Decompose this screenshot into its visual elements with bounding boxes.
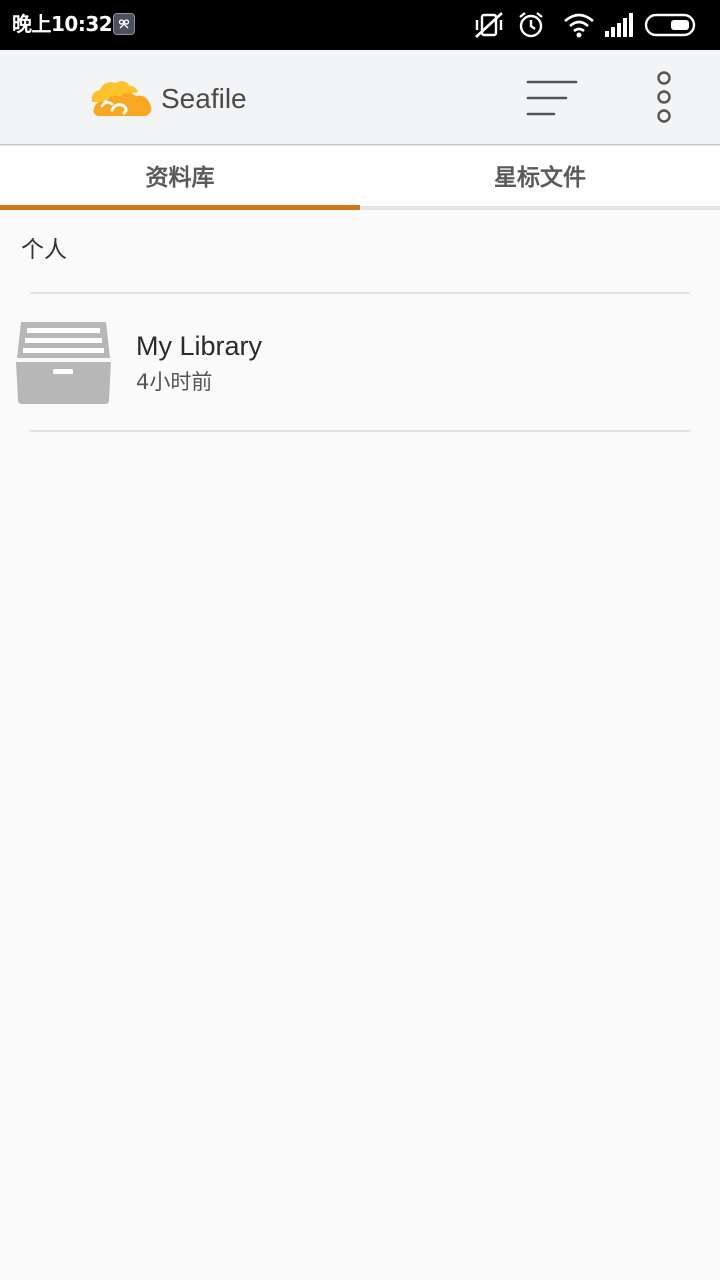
section-header-personal: 个人 <box>21 237 67 263</box>
tab-starred-files[interactable]: 星标文件 <box>360 146 720 210</box>
sort-menu-button[interactable] <box>520 72 584 124</box>
library-modified-time: 4小时前 <box>136 370 213 394</box>
library-name: My Library <box>136 331 263 361</box>
library-list-item[interactable]: My Library 4小时前 <box>0 296 720 428</box>
notification-app-icon <box>113 13 135 35</box>
seafile-logo-icon <box>88 76 154 120</box>
vibrate-off-icon <box>473 10 505 44</box>
tab-underline <box>360 206 720 210</box>
divider <box>30 430 690 432</box>
more-options-icon[interactable] <box>640 68 688 128</box>
status-time: 晚上10:32 <box>12 12 113 36</box>
tab-bar: 资料库 星标文件 <box>0 146 720 210</box>
tab-selected-indicator <box>0 205 360 210</box>
alarm-icon <box>516 10 546 44</box>
app-bar: Seafile <box>0 50 720 145</box>
library-cabinet-icon <box>15 318 112 406</box>
battery-icon <box>644 10 698 44</box>
tab-libraries[interactable]: 资料库 <box>0 146 360 210</box>
divider <box>30 292 690 294</box>
wifi-icon <box>562 10 596 44</box>
app-title: Seafile <box>161 83 247 114</box>
status-bar: 晚上10:32 <box>0 0 720 50</box>
signal-icon <box>604 10 634 44</box>
